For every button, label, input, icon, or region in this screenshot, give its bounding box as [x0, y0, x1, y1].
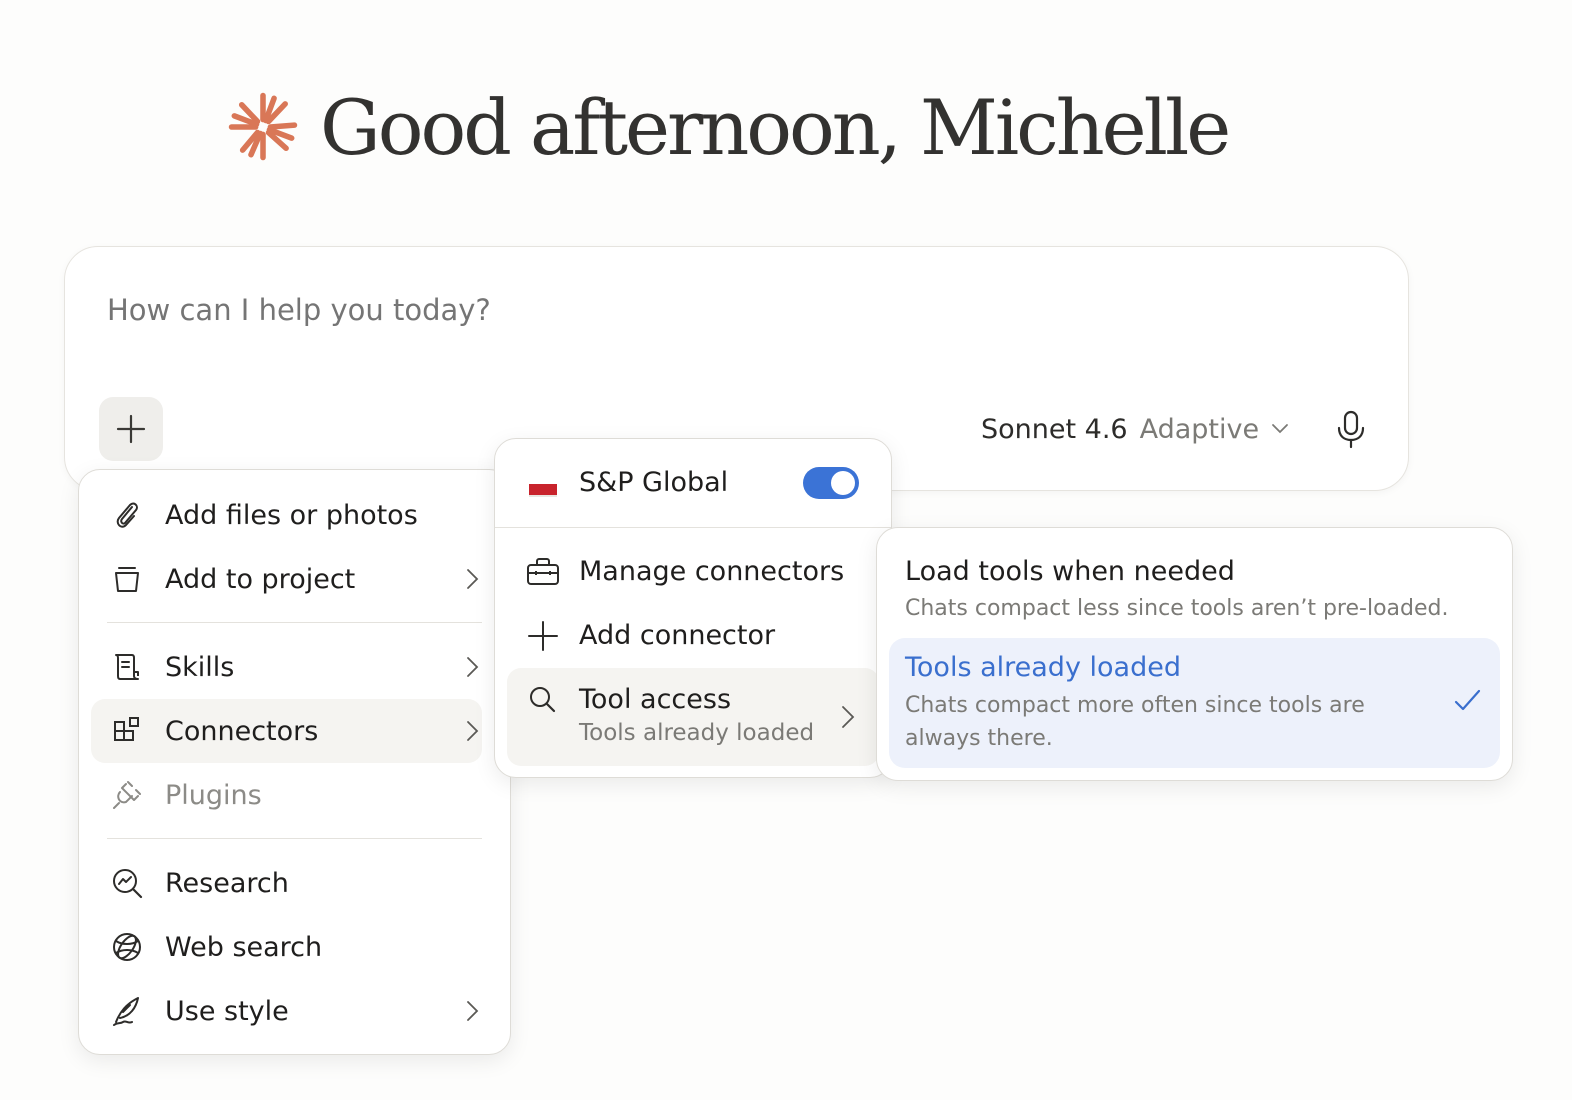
chevron-right-icon [467, 569, 479, 589]
menu-item-research[interactable]: Research [91, 851, 482, 915]
menu-item-plugins[interactable]: Plugins [91, 763, 482, 827]
model-name: Sonnet 4.6 [981, 413, 1128, 445]
tool-access-submenu: Load tools when needed Chats compact les… [876, 527, 1513, 781]
feather-icon [107, 991, 147, 1031]
menu-item-label: Research [165, 867, 289, 899]
research-icon [107, 863, 147, 903]
menu-item-use-style[interactable]: Use style [91, 979, 482, 1043]
toggle-knob [831, 471, 855, 495]
option-description: Chats compact more often since tools are… [905, 693, 1365, 751]
menu-item-add-to-project[interactable]: Add to project [91, 547, 482, 611]
option-title: Tools already loaded [905, 652, 1181, 683]
greeting: Good afternoon, Michelle [226, 72, 1231, 182]
skills-icon [107, 647, 147, 687]
sp-global-logo [529, 481, 557, 497]
connector-sp-global: S&P Global [495, 439, 891, 529]
manage-connectors-item[interactable]: Manage connectors [507, 540, 879, 604]
add-button[interactable] [99, 397, 163, 461]
plugin-icon [107, 775, 147, 815]
menu-divider [107, 838, 482, 839]
attach-menu: Add files or photos Add to project Skill… [78, 469, 511, 1055]
claude-star-icon [228, 92, 298, 161]
connectors-icon [107, 711, 147, 751]
menu-divider [495, 527, 891, 528]
menu-item-label: Skills [165, 651, 235, 683]
model-selector[interactable]: Sonnet 4.6 Adaptive [981, 405, 1289, 453]
plus-icon [116, 414, 146, 444]
plus-icon [528, 621, 558, 651]
chevron-down-icon [1272, 424, 1289, 434]
option-title: Load tools when needed [905, 556, 1235, 587]
project-icon [107, 559, 147, 599]
option-already-loaded[interactable]: Tools already loaded Chats compact more … [889, 638, 1500, 768]
checkmark-icon [1454, 689, 1481, 711]
option-description: Chats compact less since tools aren’t pr… [905, 596, 1449, 621]
tool-access-item[interactable]: Tool access Tools already loaded [507, 668, 879, 766]
globe-icon [107, 927, 147, 967]
menu-item-label: Manage connectors [579, 556, 845, 587]
chevron-right-icon [467, 721, 479, 741]
menu-item-label: Add connector [579, 620, 776, 651]
menu-item-label: Use style [165, 995, 289, 1027]
menu-item-label: Add to project [165, 563, 356, 595]
menu-divider [107, 622, 482, 623]
sp-global-toggle[interactable] [803, 467, 859, 499]
chevron-right-icon [467, 1001, 479, 1021]
page: Good afternoon, Michelle Sonnet 4.6 Adap… [0, 0, 1572, 1100]
tool-access-value: Tools already loaded [579, 720, 815, 746]
menu-item-label: Add files or photos [165, 499, 418, 531]
menu-item-label: Plugins [165, 779, 262, 811]
search-icon [530, 687, 556, 713]
model-mode: Adaptive [1139, 413, 1260, 445]
menu-item-connectors[interactable]: Connectors [91, 699, 482, 763]
chevron-right-icon [467, 657, 479, 677]
add-connector-item[interactable]: Add connector [507, 604, 879, 668]
connector-name: S&P Global [579, 467, 729, 498]
toolbox-icon [527, 558, 559, 585]
option-load-when-needed[interactable]: Load tools when needed Chats compact les… [889, 542, 1500, 634]
menu-item-label: Web search [165, 931, 323, 963]
menu-item-label: Tool access [579, 684, 732, 715]
greeting-title: Good afternoon, Michelle [320, 82, 1231, 172]
connectors-submenu: S&P Global Manage connectors Add connect… [494, 438, 892, 778]
menu-item-web-search[interactable]: Web search [91, 915, 482, 979]
menu-item-add-files[interactable]: Add files or photos [91, 483, 482, 547]
menu-item-label: Connectors [165, 715, 319, 747]
paperclip-icon [107, 495, 147, 535]
prompt-input[interactable] [107, 293, 1007, 327]
microphone-button[interactable] [1331, 409, 1371, 449]
microphone-icon [1337, 410, 1365, 449]
menu-item-skills[interactable]: Skills [91, 635, 482, 699]
chevron-right-icon [842, 706, 855, 728]
